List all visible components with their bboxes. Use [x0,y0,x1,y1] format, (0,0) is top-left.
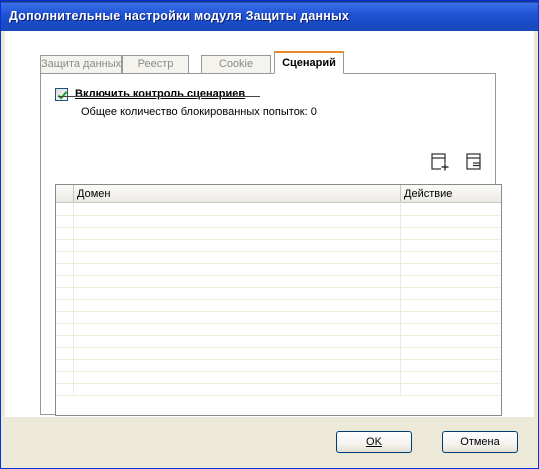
table-row[interactable] [56,348,501,360]
table-cell [56,360,74,372]
tab-panel-script: Включить контроль сценариев Общее количе… [40,73,502,416]
edit-rule-button[interactable] [464,152,486,174]
add-rule-button[interactable] [430,152,452,174]
window-title: Дополнительные настройки модуля Защиты д… [9,9,350,23]
table-row[interactable] [56,384,501,396]
dialog-window: Дополнительные настройки модуля Защиты д… [0,0,539,469]
table-cell [56,336,74,348]
column-header-blank[interactable] [56,185,74,203]
table-cell [74,288,401,300]
table-header: Домен Действие [56,185,501,203]
table-cell [74,372,401,384]
table-row[interactable] [56,288,501,300]
column-header-domain[interactable]: Домен [74,185,401,203]
table-cell [74,276,401,288]
tab-script[interactable]: Сценарий [274,51,344,74]
column-header-action[interactable]: Действие [401,185,501,203]
table-cell [74,300,401,312]
table-cell [74,204,401,216]
blocked-attempts-count: Общее количество блокированных попыток: … [81,106,317,118]
edit-rule-icon [466,153,481,170]
enable-script-control-checkbox[interactable] [55,88,68,101]
table-cell [56,252,74,264]
table-cell [74,252,401,264]
table-row[interactable] [56,312,501,324]
table-cell [56,300,74,312]
domain-rules-table[interactable]: Домен Действие [55,184,502,416]
table-cell [74,384,401,396]
table-cell [56,384,74,396]
tab-registry[interactable]: Реестр [122,55,189,73]
table-row[interactable] [56,336,501,348]
table-cell [56,264,74,276]
table-row[interactable] [56,252,501,264]
cancel-button-label: Отмена [460,436,500,448]
table-row[interactable] [56,216,501,228]
ok-button[interactable]: OK [336,431,412,453]
button-bar: OK Отмена [5,417,534,466]
table-cell [74,360,401,372]
table-row[interactable] [56,372,501,384]
table-cell [56,276,74,288]
table-row[interactable] [56,324,501,336]
table-cell [56,348,74,360]
table-row[interactable] [56,228,501,240]
section-divider [58,96,260,97]
table-cell [56,372,74,384]
table-cell [56,288,74,300]
table-cell [56,216,74,228]
enable-script-control-label: Включить контроль сценариев [75,88,246,100]
table-row[interactable] [56,204,501,216]
title-bar[interactable]: Дополнительные настройки модуля Защиты д… [1,1,538,31]
table-row[interactable] [56,276,501,288]
table-body [56,204,501,396]
tab-cookie[interactable]: Cookie [201,55,271,73]
tab-data-protection[interactable]: Защита данных [40,55,122,73]
table-cell [56,228,74,240]
add-rule-icon [431,153,449,171]
dialog-client-area: Защита данных Реестр Cookie Сценарий Вкл… [5,31,534,466]
table-cell [56,240,74,252]
table-row[interactable] [56,240,501,252]
table-row[interactable] [56,264,501,276]
cancel-button[interactable]: Отмена [442,431,518,453]
table-cell [74,240,401,252]
table-cell [74,336,401,348]
table-row[interactable] [56,300,501,312]
table-cell [74,216,401,228]
table-cell [56,312,74,324]
table-cell [74,228,401,240]
table-cell [56,204,74,216]
table-cell [74,264,401,276]
table-cell [74,348,401,360]
ok-button-label: OK [366,436,382,448]
table-row[interactable] [56,360,501,372]
table-cell [74,324,401,336]
table-cell [56,324,74,336]
table-cell [74,312,401,324]
